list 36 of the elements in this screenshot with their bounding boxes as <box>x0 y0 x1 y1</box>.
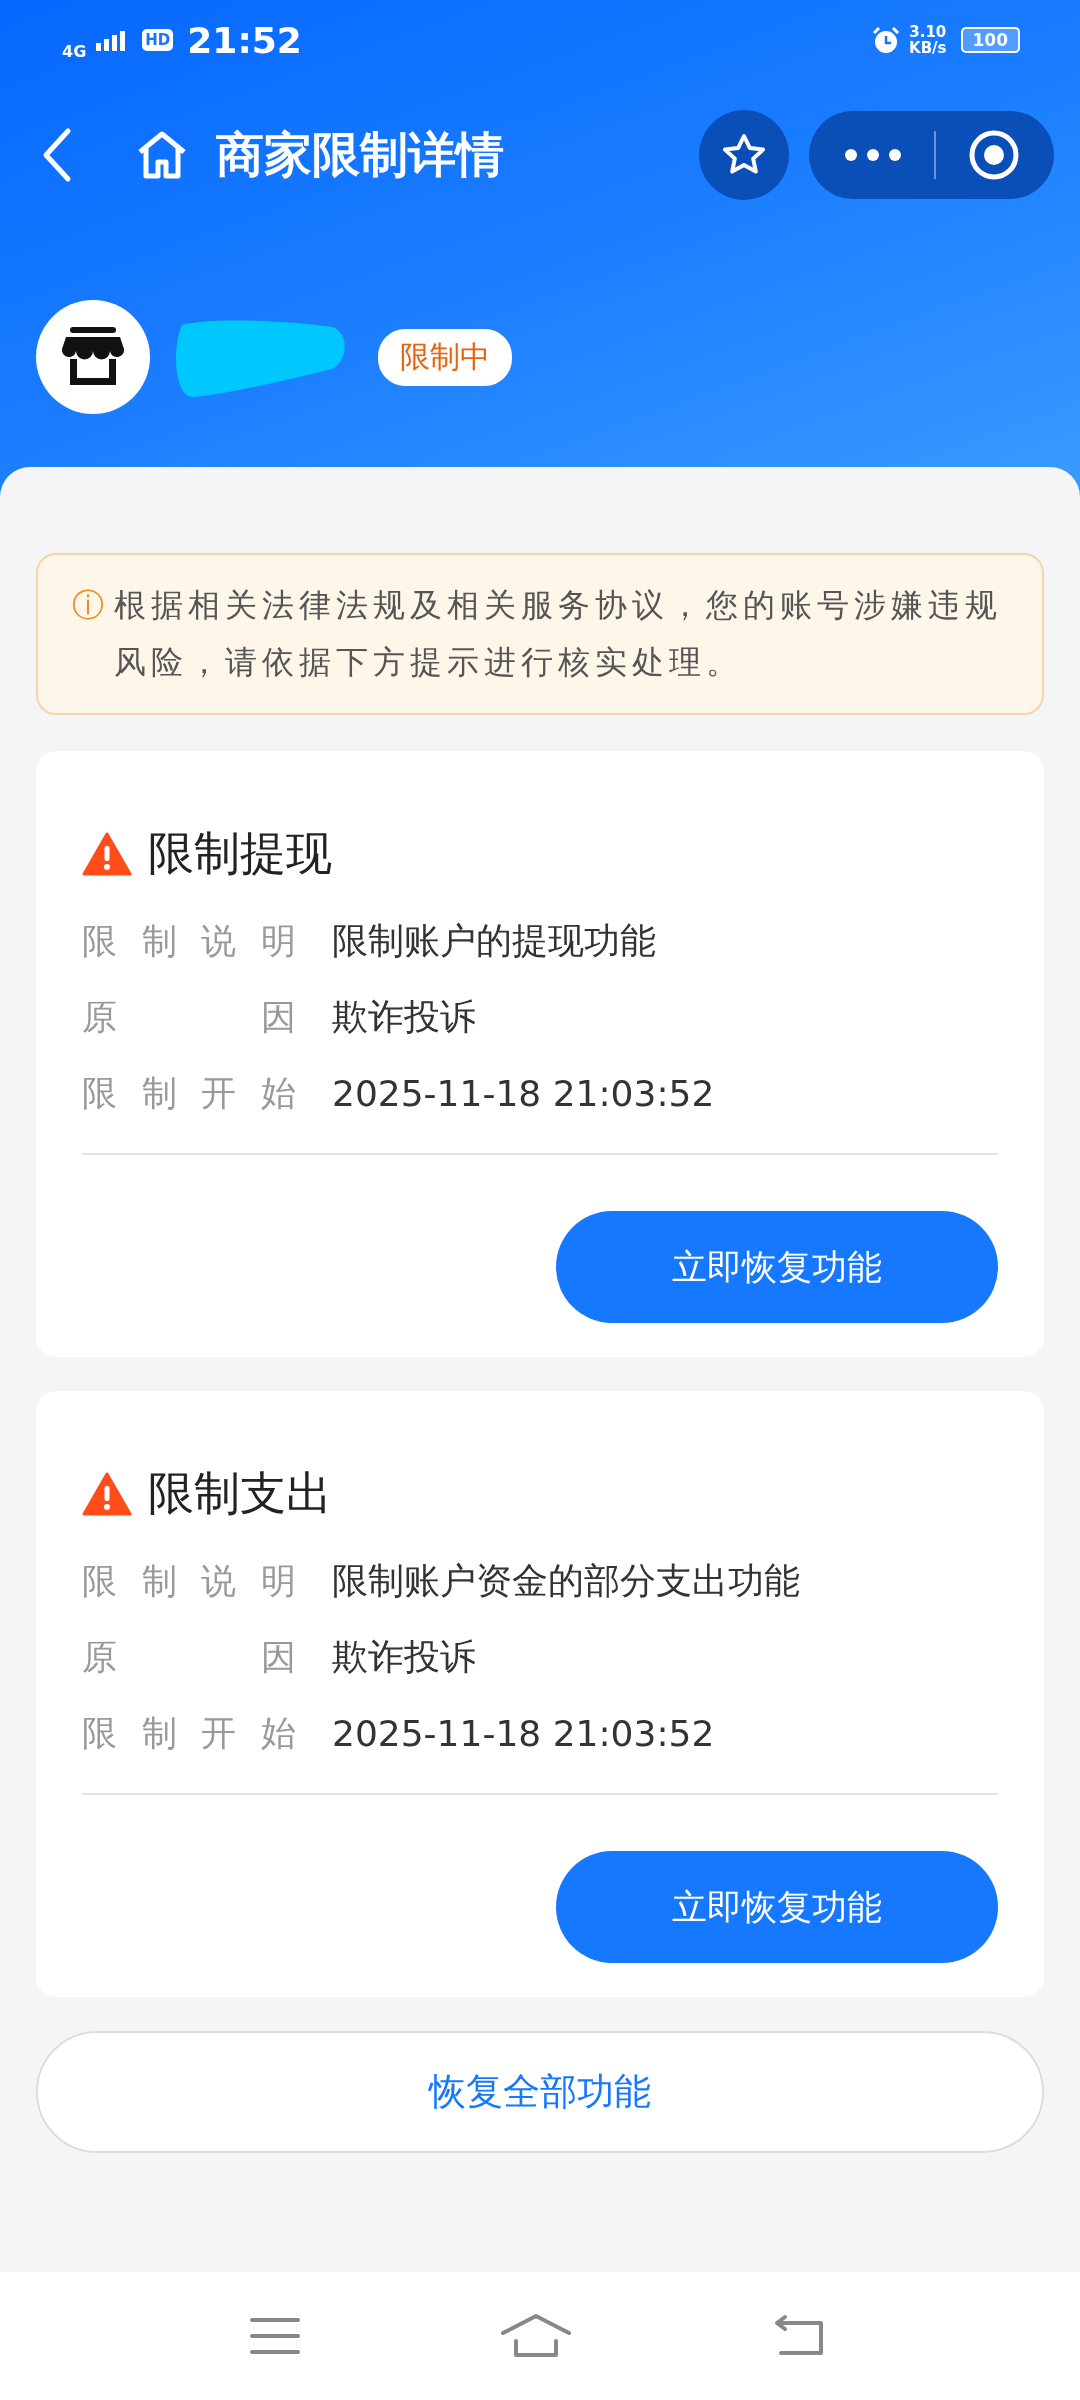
restore-all-button[interactable]: 恢复全部功能 <box>36 2031 1044 2153</box>
field-label: 限制开始 <box>82 1711 296 1755</box>
field-label: 原因 <box>82 1635 296 1679</box>
home-icon[interactable] <box>500 2313 572 2359</box>
field-value: 2025-11-18 21:03:52 <box>332 1072 715 1114</box>
status-badge: 限制中 <box>378 328 512 386</box>
warning-icon <box>82 832 132 876</box>
field-label: 限制说明 <box>82 919 296 963</box>
more-icon[interactable] <box>842 148 903 162</box>
field-value: 限制账户的提现功能 <box>332 918 656 963</box>
speed-value: 3.10 <box>909 24 947 40</box>
hd-badge: HD <box>142 29 174 51</box>
restriction-title: 限制提现 <box>148 825 332 882</box>
close-icon[interactable] <box>968 129 1021 181</box>
battery-level: 100 <box>960 27 1020 53</box>
field-value: 欺诈投诉 <box>332 1634 476 1679</box>
page-title: 商家限制详情 <box>216 125 505 184</box>
clock-time: 21:52 <box>187 19 302 61</box>
warning-icon <box>82 1472 132 1516</box>
field-value: 欺诈投诉 <box>332 994 476 1039</box>
notice-text: 根据相关法律法规及相关服务协议，您的账号涉嫌违规风险，请依据下方提示进行核实处理。 <box>114 585 1003 683</box>
restore-button[interactable]: 立即恢复功能 <box>556 1211 998 1323</box>
alarm-icon <box>871 25 902 55</box>
field-label: 限制说明 <box>82 1559 296 1603</box>
network-type: 4G <box>62 41 87 61</box>
restriction-title: 限制支出 <box>148 1465 332 1522</box>
store-icon <box>60 327 126 387</box>
field-label: 原因 <box>82 995 296 1039</box>
restore-button[interactable]: 立即恢复功能 <box>556 1851 998 1963</box>
home-icon[interactable] <box>136 130 188 180</box>
menu-icon[interactable] <box>249 2316 302 2356</box>
info-icon: ⓘ <box>72 577 104 691</box>
field-value: 限制账户资金的部分支出功能 <box>332 1558 800 1603</box>
speed-unit: KB/s <box>909 40 947 56</box>
field-value: 2025-11-18 21:03:52 <box>332 1712 715 1754</box>
field-label: 限制开始 <box>82 1071 296 1115</box>
